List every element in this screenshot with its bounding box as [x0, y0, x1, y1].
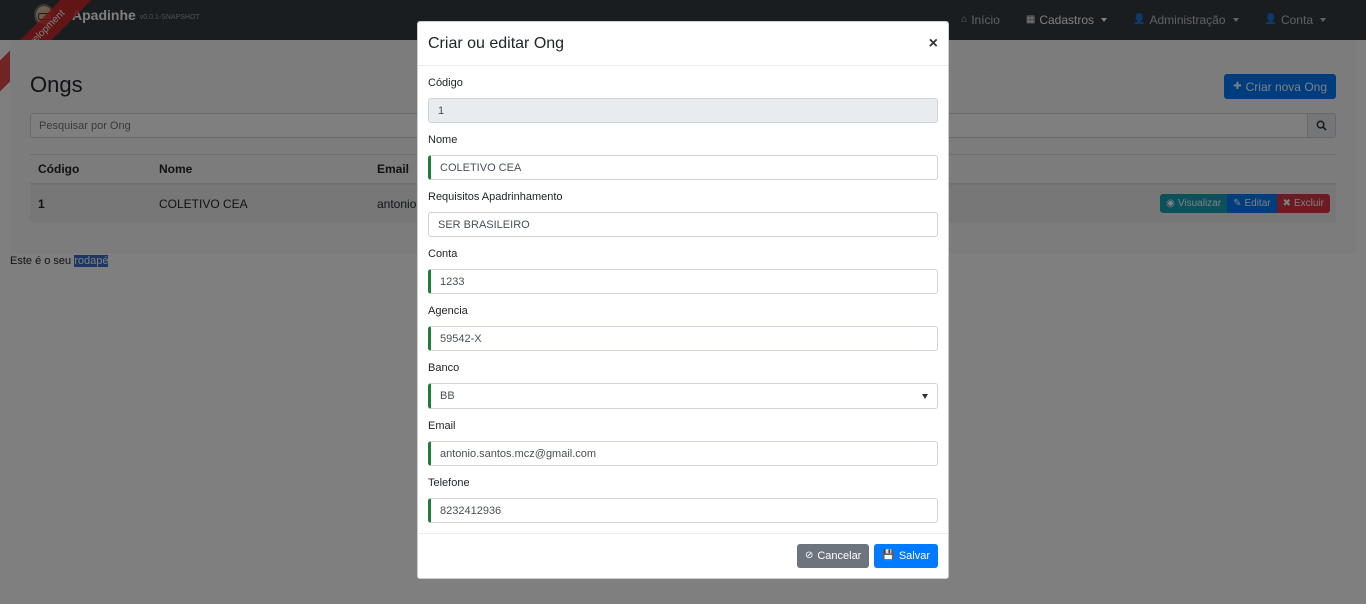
code-field: 1 [428, 98, 938, 123]
field-phone: Telefone 8232412936 [428, 476, 938, 523]
phone-field[interactable]: 8232412936 [428, 498, 938, 523]
field-account: Conta 1233 [428, 247, 938, 294]
field-agency: Agencia 59542-X [428, 304, 938, 351]
requirements-label: Requisitos Apadrinhamento [428, 191, 563, 203]
save-label: Salvar [898, 550, 930, 562]
modal-title: Criar ou editar Ong [428, 34, 565, 52]
email-field[interactable]: antonio.santos.mcz@gmail.com [428, 441, 938, 466]
name-field[interactable]: COLETIVO CEA [428, 155, 938, 180]
bank-label: Banco [428, 362, 460, 374]
agency-label: Agencia [428, 305, 468, 317]
bank-selected-value: BB [440, 390, 455, 402]
modal-body: Código 1 Nome COLETIVO CEA Requisitos Ap… [418, 66, 948, 523]
ban-icon: ⊘ [804, 550, 814, 561]
floppy-disk-icon: 💾 [882, 550, 895, 561]
modal-header: Criar ou editar Ong × [418, 22, 948, 66]
account-field[interactable]: 1233 [428, 269, 938, 294]
modal-footer: ⊘ Cancelar 💾 Salvar [418, 533, 948, 578]
edit-ong-modal: Criar ou editar Ong × Código 1 Nome COLE… [417, 21, 949, 579]
name-label: Nome [428, 134, 458, 146]
email-label: Email [428, 420, 456, 432]
bank-select[interactable]: BB [428, 383, 938, 409]
close-button[interactable]: × [929, 35, 938, 53]
field-email: Email antonio.santos.mcz@gmail.com [428, 419, 938, 466]
save-button[interactable]: 💾 Salvar [874, 544, 938, 568]
field-requirements: Requisitos Apadrinhamento SER BRASILEIRO [428, 190, 938, 237]
chevron-down-icon [922, 393, 928, 399]
agency-field[interactable]: 59542-X [428, 326, 938, 351]
cancel-button[interactable]: ⊘ Cancelar [796, 544, 870, 568]
account-label: Conta [428, 248, 458, 260]
requirements-field[interactable]: SER BRASILEIRO [428, 212, 938, 237]
field-name: Nome COLETIVO CEA [428, 133, 938, 180]
code-label: Código [428, 77, 463, 89]
field-code: Código 1 [428, 76, 938, 123]
cancel-label: Cancelar [817, 550, 862, 562]
phone-label: Telefone [428, 477, 470, 489]
field-bank: Banco BB [428, 361, 938, 409]
